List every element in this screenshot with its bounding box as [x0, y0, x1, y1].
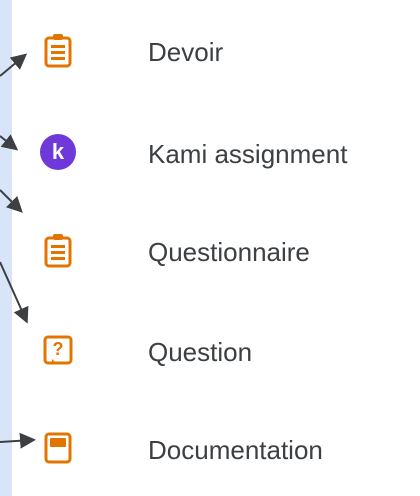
menu-item-devoir[interactable]: Devoir: [12, 12, 420, 92]
menu-item-documentation[interactable]: Documentation: [12, 410, 420, 490]
svg-text:k: k: [52, 139, 65, 164]
menu-item-label: Documentation: [148, 435, 323, 465]
menu-item-label: Devoir: [148, 37, 224, 67]
quiz-assignment-icon: [38, 230, 78, 270]
menu-item-question[interactable]: ? Question: [12, 312, 420, 392]
menu-item-label: Questionnaire: [148, 237, 310, 267]
kami-logo-icon: k: [38, 132, 78, 172]
menu-item-kami-assignment[interactable]: k Kami assignment: [12, 114, 420, 194]
menu-item-label: Question: [148, 337, 253, 367]
assignment-icon: [38, 30, 78, 70]
material-icon: [38, 428, 78, 468]
menu-item-label: Kami assignment: [148, 139, 348, 169]
menu-item-questionnaire[interactable]: Questionnaire: [12, 212, 420, 292]
classwork-create-menu-stage: Devoir k Kami assignment Questionnaire ?…: [0, 0, 420, 496]
question-icon: ?: [38, 330, 78, 370]
svg-text:?: ?: [53, 339, 64, 359]
